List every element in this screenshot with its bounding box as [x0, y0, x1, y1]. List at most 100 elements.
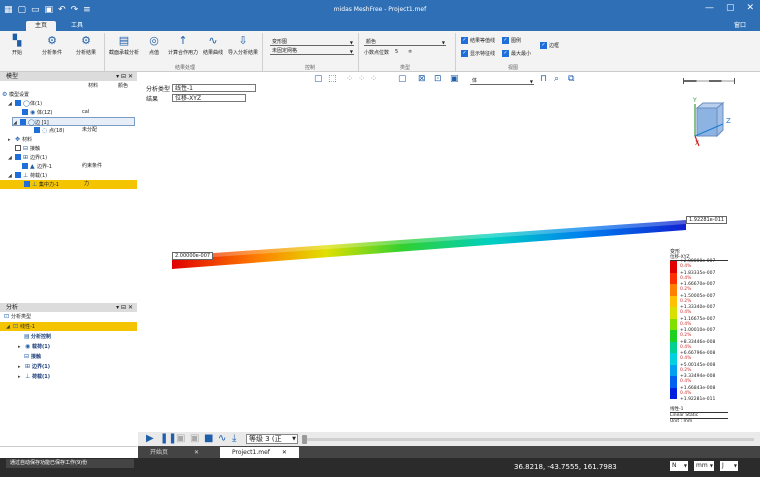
tree-item[interactable]: ▸ ◉ 载荷(1): [18, 342, 50, 351]
analysis-type-icon: ⊡: [4, 313, 10, 320]
tab-project[interactable]: Project1.mef ✕: [220, 447, 299, 458]
frame-checkbox[interactable]: ✓ 边框: [540, 42, 559, 49]
tree-item-highlighted[interactable]: ◢ ⊡ 线性-1: [0, 322, 137, 331]
tree-item[interactable]: ▤分析控制: [24, 332, 51, 341]
collapse-icon[interactable]: ▸: [18, 343, 25, 352]
tree-item[interactable]: ◉ 体(1Z) cal: [22, 108, 132, 117]
legend-checkbox[interactable]: ✓ 图例: [502, 37, 521, 44]
contour-lines-checkbox[interactable]: ✓ 结果等值线: [461, 37, 495, 44]
panel-pin-icon[interactable]: ▾ ⊟ ✕: [116, 72, 133, 81]
legend-percent: 0.2%: [680, 298, 692, 304]
checkbox[interactable]: [24, 181, 30, 187]
legend-percent: 0.4%: [680, 356, 692, 361]
decimal-value[interactable]: 5: [395, 49, 398, 55]
constraint-icon: ▲: [30, 163, 35, 170]
timeline-handle[interactable]: [302, 435, 307, 444]
wave-icon[interactable]: ∿: [218, 433, 226, 444]
tree-item[interactable]: ▸ ⊥ 荷载(1): [18, 372, 50, 381]
tree-item[interactable]: ▸ ⊞ 边界(1): [18, 362, 50, 371]
checkbox[interactable]: [15, 145, 21, 151]
contour-style-select[interactable]: 未固定网格 ▼: [270, 48, 354, 55]
legend-swatch: [670, 341, 677, 353]
decimal-spin-icon[interactable]: ≑: [408, 49, 412, 55]
pause-icon[interactable]: ❚❚: [160, 433, 177, 444]
contour-type-select[interactable]: 变形图 ▼: [270, 39, 354, 46]
tree-item[interactable]: ⚙ 模型设置: [2, 90, 29, 99]
tab-tools[interactable]: 工具: [62, 21, 92, 31]
legend-swatch: [670, 318, 677, 330]
level-select[interactable]: 等级 3 (正 ▼: [246, 434, 298, 444]
checkbox[interactable]: [34, 127, 40, 133]
collapse-icon[interactable]: ▸: [18, 363, 25, 372]
checkbox[interactable]: [20, 119, 26, 125]
download-icon[interactable]: ⤓: [232, 433, 236, 444]
model-tree: 材料 颜色 ⚙ 模型设置 ◢ ◯体(1) ◉ 体(1Z) cal ◢ ◯边 [1] ◌ 点(…: [0, 81, 137, 303]
tree-item[interactable]: ▲ 边界-1 约束条件: [22, 162, 132, 171]
color-select[interactable]: 颜色 ▼: [364, 39, 446, 46]
collapse-icon[interactable]: ▸: [18, 373, 25, 382]
play-icon[interactable]: ▶: [146, 433, 154, 444]
legend-swatch: [670, 364, 677, 376]
section-analysis-button[interactable]: ▤ 截面承载分析: [109, 33, 139, 57]
import-result-button[interactable]: ⇩ 导入分析结果: [228, 33, 258, 57]
tab-start-page[interactable]: 开始页 ✕: [138, 447, 211, 458]
beam-model[interactable]: [138, 72, 760, 432]
tree-item[interactable]: ▸ ✥ 材料: [8, 135, 32, 144]
calc-force-button[interactable]: ↑ 计算合作用力: [168, 33, 198, 57]
tab-home[interactable]: 主页: [26, 21, 57, 31]
analysis-panel-header: 分析 ▾ ⊟ ✕: [0, 303, 137, 312]
checkbox[interactable]: [22, 163, 28, 169]
tree-item[interactable]: ◢ ⊞ 边界(1): [8, 153, 47, 162]
tree-item-selected[interactable]: ◢ ◯边 [1]: [12, 117, 135, 126]
legend-case: 线性-1: [670, 406, 728, 413]
expand-icon[interactable]: ◢: [13, 119, 20, 128]
legend-value: +1.92281e-011: [680, 397, 716, 402]
close-icon[interactable]: ✕: [194, 449, 199, 456]
tree-item[interactable]: ◢ ◯体(1): [8, 99, 42, 108]
step-icon[interactable]: ▣: [190, 433, 199, 444]
group-label-result: 结果处理: [175, 65, 196, 71]
analysis-condition-button[interactable]: ⚙ 分析条件: [37, 33, 67, 57]
min-max-checkbox[interactable]: ✓ 最大最小: [502, 50, 531, 57]
result-curve-button[interactable]: ∿ 结果曲线: [198, 33, 228, 57]
point-value-button[interactable]: ◎ 点值: [141, 33, 167, 57]
tree-item[interactable]: ◌ 点(18) 未分配: [34, 126, 134, 135]
feature-lines-checkbox[interactable]: ✓ 显示特征线: [461, 50, 495, 57]
tree-item[interactable]: ⊟ 接触: [24, 352, 41, 361]
close-icon[interactable]: ✕: [746, 3, 754, 13]
timeline-track[interactable]: [304, 438, 754, 441]
maximize-icon[interactable]: ▢: [726, 3, 735, 13]
close-icon[interactable]: ✕: [282, 449, 287, 456]
tab-window[interactable]: 窗口: [734, 21, 746, 31]
chevron-down-icon: ▼: [441, 40, 445, 45]
start-button[interactable]: ▚ 开始: [2, 33, 32, 57]
minimize-icon[interactable]: —: [705, 3, 714, 13]
title-bar: ▦ ▢ ▭ ▣ ↶ ↷ ≡ midas MeshFree - Project1.…: [0, 0, 760, 20]
checkbox[interactable]: [15, 100, 21, 106]
force-unit-select[interactable]: N ▼: [670, 461, 688, 471]
stop-icon[interactable]: ▣: [176, 433, 185, 444]
energy-unit-select[interactable]: J ▼: [720, 461, 738, 471]
tree-item[interactable]: ⊟ 接触: [8, 144, 40, 153]
model-icon: ◉: [25, 343, 31, 350]
analysis-result-button[interactable]: ⚙ 分析结果: [71, 33, 101, 57]
expand-icon[interactable]: ◢: [8, 154, 15, 163]
tree-item-highlighted[interactable]: ⊥ 集中力-1 力: [0, 180, 137, 189]
checkbox[interactable]: [15, 172, 21, 178]
checkbox[interactable]: [15, 154, 21, 160]
legend-percent: 0.4%: [680, 390, 692, 396]
record-icon[interactable]: ■: [204, 433, 213, 444]
panel-pin-icon[interactable]: ▾ ⊟ ✕: [116, 303, 133, 312]
tree-item[interactable]: ◢ ⊥ 荷载(1): [8, 171, 47, 180]
3d-viewport[interactable]: ▢ ⬚ ⁘ ⁘ ⁘ ▢ ⊠ ⊡ ▣ 体 ▼ ⊓ ⌕ ⧉ 分析类型 线性-1 结果 …: [138, 72, 760, 432]
start-icon: ▚: [12, 33, 22, 47]
point-icon: ◌: [42, 127, 48, 134]
expand-icon[interactable]: ◢: [6, 323, 13, 332]
checkbox[interactable]: [22, 109, 28, 115]
legend-percent: 0.2%: [680, 367, 692, 373]
length-unit-select[interactable]: mm ▼: [694, 461, 714, 471]
tree-item[interactable]: ⊡ 分析类型: [4, 312, 31, 321]
model-panel-header: 模型 ▾ ⊟ ✕: [0, 72, 137, 81]
group-label-type: 类型: [400, 65, 411, 71]
expand-icon[interactable]: ◢: [8, 100, 15, 109]
